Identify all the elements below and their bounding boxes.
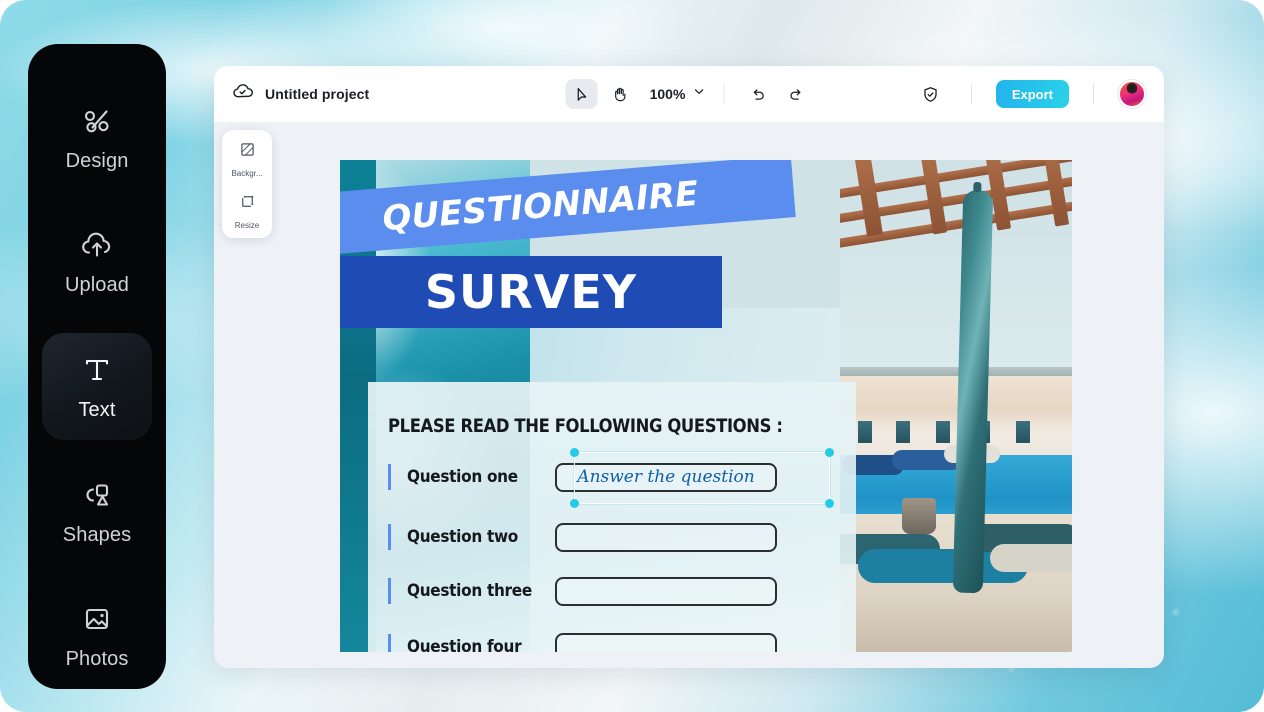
answer-field[interactable] [555,576,777,606]
toolbar-divider [723,84,725,104]
avatar[interactable] [1118,80,1146,108]
pool-cushion [990,543,1072,572]
resort-photo [840,160,1072,652]
question-label: Question four [407,637,522,652]
undo-arrow-icon[interactable] [742,79,774,109]
app-root: Design Upload Text Shapes Photos Untitle… [0,0,1264,712]
question-label: Question three [407,581,532,601]
cursor-arrow-icon[interactable] [565,79,598,109]
sidebar-item-label: Text [78,398,116,421]
question-accent-bar [388,634,391,652]
question-accent-bar [388,578,391,604]
lounge-base [840,598,1072,652]
building-window [858,420,872,443]
zoom-level-value: 100% [649,86,686,102]
sidebar-item-text[interactable]: Text [42,333,152,440]
answer-field[interactable]: Answer the question [555,462,777,492]
canvas-side-panel: Backgr... Resize [222,130,272,238]
editor-window: Untitled project 100% Export Backgr... R… [214,66,1164,668]
photo-icon [78,600,116,638]
potted-plant [902,497,936,534]
tool-right-group: Export [915,79,1146,109]
toolbar-divider-2 [970,84,972,104]
background-button[interactable]: Backgr... [222,140,272,178]
project-chip[interactable]: Untitled project [232,81,369,107]
question-row[interactable]: Question two [388,520,777,554]
upload-cloud-icon [78,226,116,264]
sidebar-item-label: Upload [65,274,129,297]
sidebar-item-label: Design [65,149,129,172]
zoom-control[interactable]: 100% [650,85,706,103]
survey-banner[interactable]: SURVEY [340,256,722,328]
design-icon [78,102,116,140]
questions-heading[interactable]: PLEASE READ THE FOLLOWING QUESTIONS : [388,415,783,437]
tool-center-group: 100% [565,79,813,109]
background-button-label: Backgr... [231,169,263,178]
answer-field[interactable] [555,522,777,552]
sidebar-item-shapes[interactable]: Shapes [42,458,152,565]
building-window [936,420,950,443]
building-window [896,420,910,443]
survey-banner-text: SURVEY [424,265,638,319]
toolbar-divider-3 [1093,84,1094,104]
shapes-icon [78,476,116,514]
left-sidebar: Design Upload Text Shapes Photos [28,44,166,689]
background-swatch-icon [238,140,257,164]
resize-button[interactable]: Resize [222,192,272,230]
resize-button-label: Resize [234,221,260,230]
question-row[interactable]: Question four [388,630,777,652]
question-label: Question one [407,467,518,487]
sidebar-item-design[interactable]: Design [42,84,152,191]
answer-field[interactable] [555,632,777,652]
question-label: Question two [407,527,518,547]
top-toolbar: Untitled project 100% Export [214,66,1164,122]
question-row[interactable]: Question one Answer the question [388,460,777,494]
question-row[interactable]: Question three [388,574,777,608]
sidebar-item-label: Photos [65,648,129,671]
shield-check-icon[interactable] [915,79,947,109]
chevron-down-icon [692,85,705,103]
cloud-check-icon [232,81,253,107]
design-canvas[interactable]: QUESTIONNAIRE SURVEY PLEASE READ THE FOL… [340,160,1072,652]
sidebar-item-upload[interactable]: Upload [42,209,152,316]
hand-icon[interactable] [604,79,636,109]
export-button[interactable]: Export [995,80,1069,108]
question-accent-bar [388,464,391,490]
answer-text: Answer the question [577,467,755,487]
question-accent-bar [388,524,391,550]
sidebar-item-photos[interactable]: Photos [42,582,152,689]
redo-arrow-icon[interactable] [780,79,812,109]
project-title: Untitled project [265,86,370,102]
sidebar-item-label: Shapes [62,523,132,546]
building-window [1016,420,1030,443]
text-t-icon [78,351,116,389]
resize-frame-icon [238,192,257,216]
